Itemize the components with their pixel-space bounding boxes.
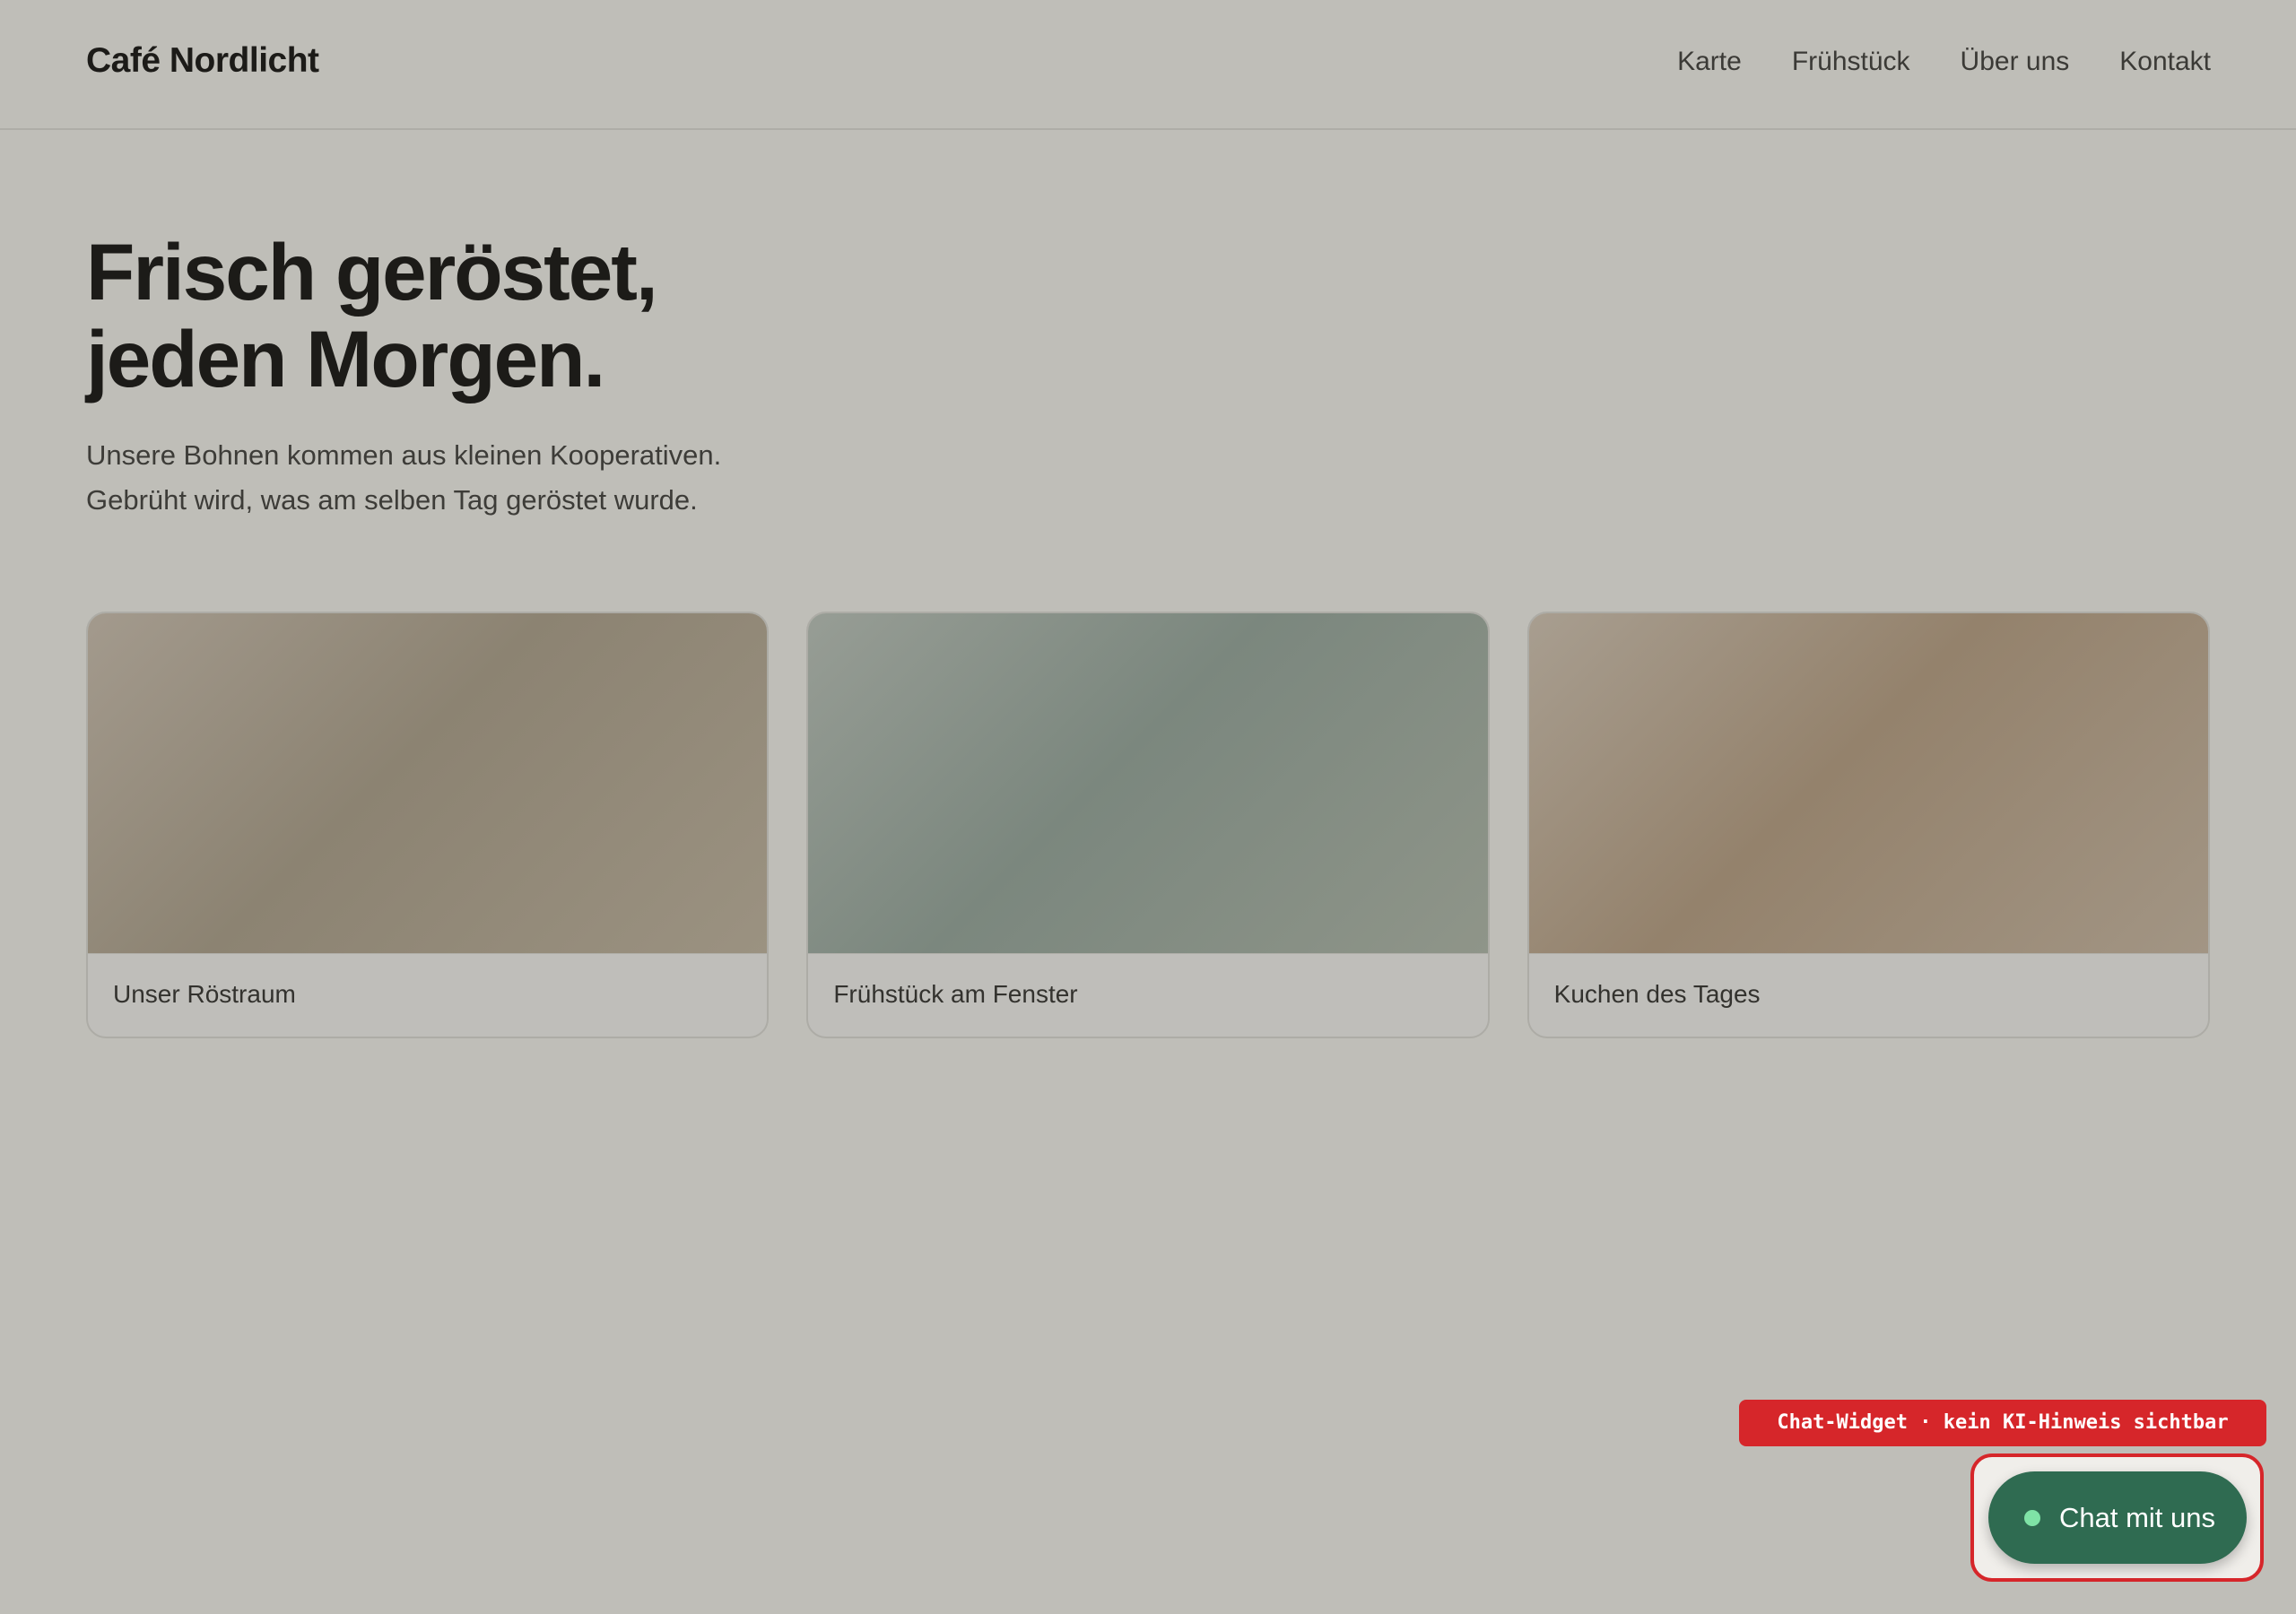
hero-title: Frisch geröstet, jeden Morgen. — [86, 229, 983, 403]
nav-item-karte[interactable]: Karte — [1677, 47, 1742, 77]
online-status-dot-icon — [2024, 1510, 2040, 1526]
card-caption: Kuchen des Tages — [1553, 980, 1761, 1008]
card-kuchen[interactable]: Kuchen des Tages — [1526, 612, 2210, 1038]
card-image — [88, 613, 768, 954]
hero-title-line: Frisch geröstet, — [86, 227, 658, 317]
hero-subtitle-line: Gebrüht wird, was am selben Tag geröstet… — [86, 484, 698, 516]
card-image — [808, 613, 1488, 954]
chat-widget-button[interactable]: Chat mit uns — [1988, 1471, 2247, 1564]
card-fruehstueck[interactable]: Frühstück am Fenster — [806, 612, 1490, 1038]
hero-subtitle-line: Unsere Bohnen kommen aus kleinen Koopera… — [86, 439, 722, 471]
hero-title-line: jeden Morgen. — [86, 314, 605, 404]
card-caption: Frühstück am Fenster — [833, 980, 1078, 1008]
site-header: Café Nordlicht Karte Frühstück Über uns … — [0, 0, 2296, 130]
main-nav: Karte Frühstück Über uns Kontakt — [1677, 47, 2211, 77]
photo-cards: Unser Röstraum Frühstück am Fenster Kuch… — [86, 612, 2210, 1038]
brand-logo[interactable]: Café Nordlicht — [86, 41, 319, 81]
chat-widget-label: Chat mit uns — [2059, 1502, 2216, 1533]
nav-item-ueber-uns[interactable]: Über uns — [1961, 47, 2070, 77]
card-roestraum[interactable]: Unser Röstraum — [86, 612, 770, 1038]
card-caption: Unser Röstraum — [113, 980, 296, 1008]
hero-subtitle: Unsere Bohnen kommen aus kleinen Koopera… — [86, 433, 983, 523]
card-image — [1528, 613, 2208, 954]
nav-item-kontakt[interactable]: Kontakt — [2119, 47, 2211, 77]
annotation-label: Chat-Widget · kein KI-Hinweis sichtbar — [1739, 1400, 2266, 1446]
nav-item-fruehstueck[interactable]: Frühstück — [1792, 47, 1910, 77]
